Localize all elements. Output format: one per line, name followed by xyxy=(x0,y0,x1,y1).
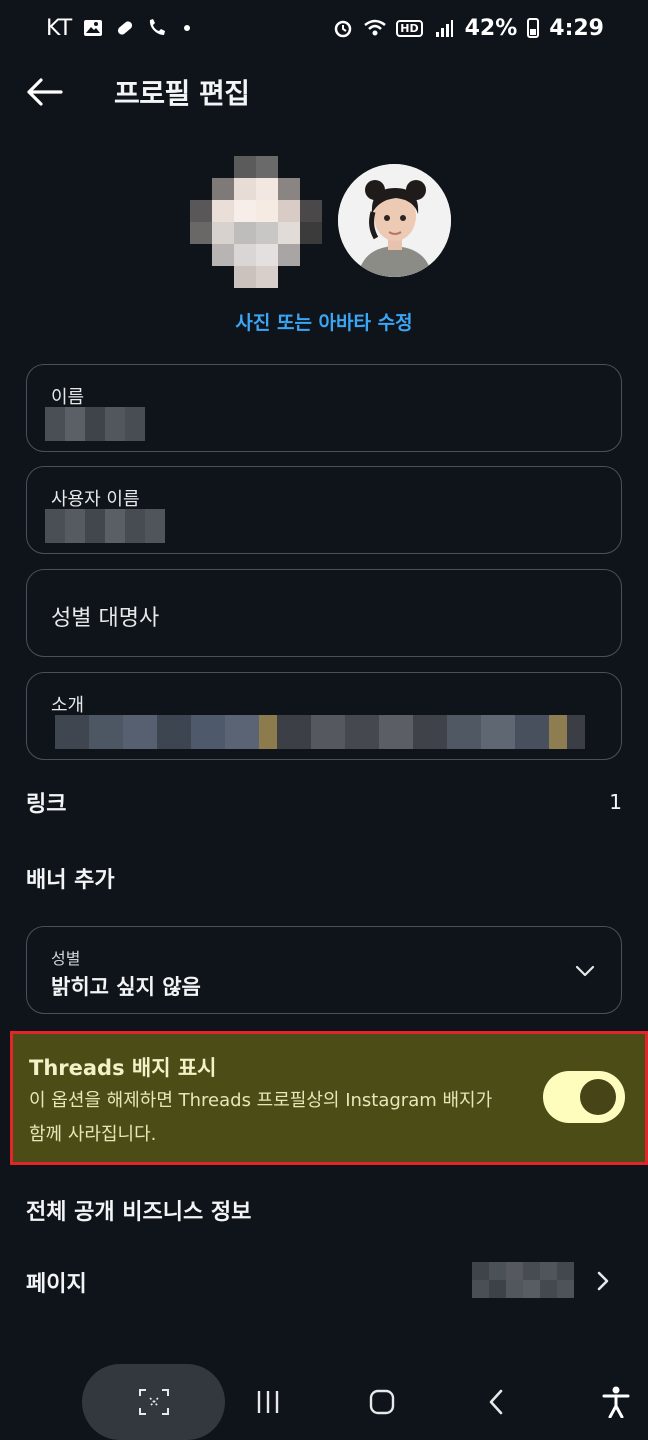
alarm-icon xyxy=(332,17,354,39)
home-icon xyxy=(369,1389,395,1415)
battery-percent: 42% xyxy=(464,15,518,41)
hd-badge: HD xyxy=(396,19,423,37)
battery-icon xyxy=(527,18,540,38)
screen-capture-button[interactable] xyxy=(82,1364,225,1440)
avatar-image[interactable] xyxy=(338,164,451,277)
status-bar: KT HD 42% 4:29 xyxy=(0,0,648,56)
edit-photo-link[interactable]: 사진 또는 아바타 수정 xyxy=(0,308,648,335)
username-value-redacted xyxy=(45,509,165,543)
capture-icon xyxy=(138,1389,169,1415)
username-label: 사용자 이름 xyxy=(51,489,140,510)
status-right: HD 42% 4:29 xyxy=(332,16,604,41)
back-button[interactable] xyxy=(24,72,64,112)
name-field[interactable]: 이름 xyxy=(26,364,622,452)
chevron-left-icon xyxy=(489,1389,503,1415)
chevron-down-icon xyxy=(575,965,595,977)
wifi-call-icon xyxy=(146,17,168,39)
threads-badge-toggle[interactable] xyxy=(543,1071,625,1123)
profile-images xyxy=(0,140,648,300)
toggle-knob xyxy=(580,1079,616,1115)
wifi-icon xyxy=(364,17,387,39)
bio-value-redacted xyxy=(55,715,601,749)
add-banner-label: 배너 추가 xyxy=(26,868,115,893)
home-button[interactable] xyxy=(362,1382,402,1422)
chevron-right-icon xyxy=(597,1271,609,1291)
threads-badge-title: Threads 배지 표시 xyxy=(29,1056,217,1080)
bio-field[interactable]: 소개 xyxy=(26,672,622,760)
page-title: 프로필 편집 xyxy=(114,77,250,110)
add-banner-row[interactable]: 배너 추가 xyxy=(26,862,622,894)
arrow-left-icon xyxy=(27,78,63,106)
page-value-redacted xyxy=(472,1262,574,1298)
status-left: KT xyxy=(46,15,191,41)
accessibility-icon xyxy=(602,1386,630,1418)
pronouns-label: 성별 대명사 xyxy=(51,606,160,631)
pill-icon xyxy=(114,17,136,39)
username-field[interactable]: 사용자 이름 xyxy=(26,466,622,554)
app-header: 프로필 편집 xyxy=(0,56,648,126)
gender-select[interactable]: 성별 밝히고 싶지 않음 xyxy=(26,926,622,1014)
recent-apps-button[interactable] xyxy=(248,1382,288,1422)
gender-label: 성별 xyxy=(51,949,81,968)
accessibility-button[interactable] xyxy=(596,1382,636,1422)
threads-badge-setting: Threads 배지 표시 이 옵션을 해제하면 Threads 프로필상의 I… xyxy=(10,1031,648,1165)
links-label: 링크 xyxy=(26,792,67,817)
links-row[interactable]: 링크 1 xyxy=(26,786,622,818)
name-label: 이름 xyxy=(51,387,85,408)
notification-dot-icon xyxy=(184,25,191,31)
bio-label: 소개 xyxy=(51,695,85,716)
system-nav-bar xyxy=(0,1362,648,1440)
recent-apps-icon xyxy=(257,1391,279,1413)
gallery-icon xyxy=(82,17,104,39)
gender-value: 밝히고 싶지 않음 xyxy=(51,975,201,999)
signal-icon xyxy=(433,17,455,39)
name-value-redacted xyxy=(45,407,145,441)
links-count: 1 xyxy=(609,790,622,814)
page-label: 페이지 xyxy=(26,1272,87,1297)
profile-photo[interactable] xyxy=(190,156,322,288)
carrier-label: KT xyxy=(46,15,73,41)
back-nav-button[interactable] xyxy=(476,1382,516,1422)
business-info-title: 전체 공개 비즈니스 정보 xyxy=(26,1200,252,1225)
page-row[interactable]: 페이지 xyxy=(26,1262,622,1302)
clock-time: 4:29 xyxy=(549,15,604,41)
threads-badge-description: 이 옵션을 해제하면 Threads 프로필상의 Instagram 배지가 함… xyxy=(29,1090,493,1145)
pronouns-field[interactable]: 성별 대명사 xyxy=(26,569,622,657)
